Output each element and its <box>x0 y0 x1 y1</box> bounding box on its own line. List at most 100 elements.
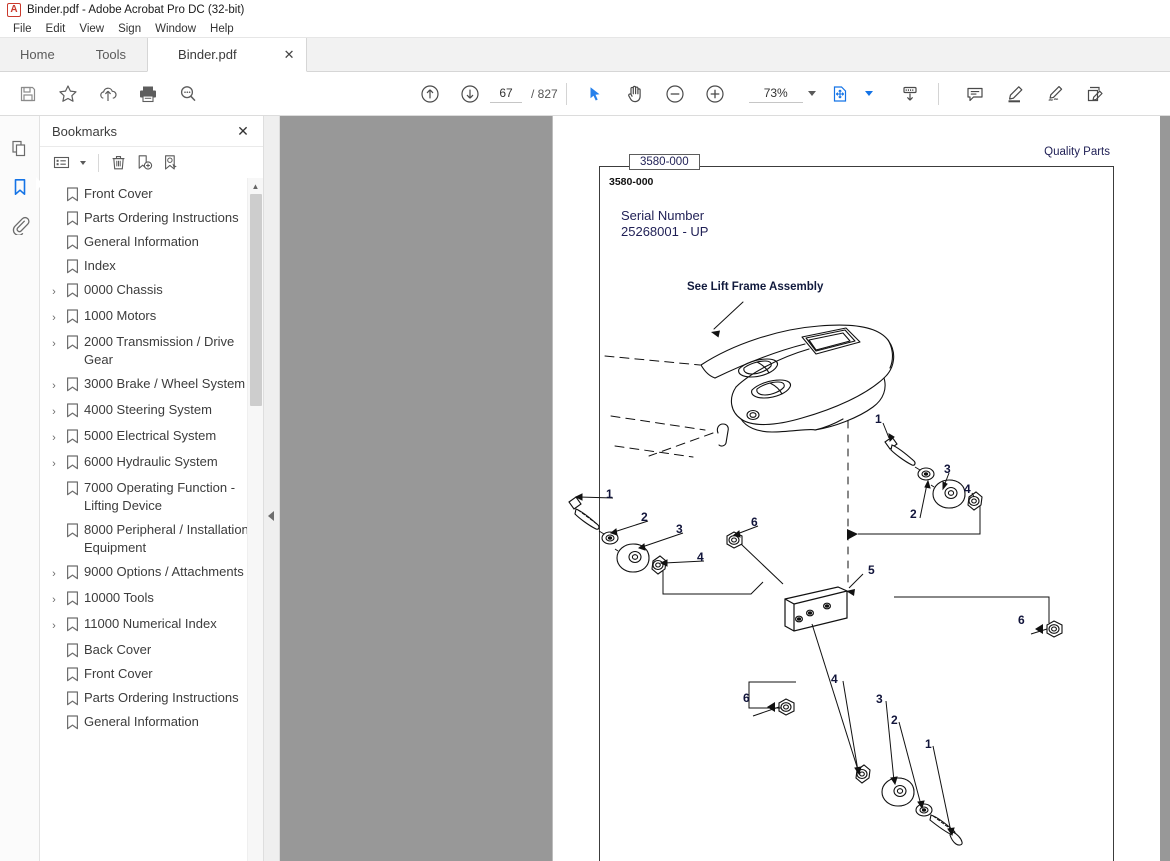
upload-cloud-icon[interactable] <box>88 76 128 112</box>
bookmark-item[interactable]: Index <box>40 254 263 278</box>
bookmark-item[interactable]: › 11000 Numerical Index <box>40 612 263 638</box>
bookmark-icon <box>62 401 82 418</box>
scroll-up-icon[interactable]: ▲ <box>248 178 263 194</box>
previous-page-icon[interactable] <box>410 76 450 112</box>
chevron-right-icon[interactable]: › <box>46 589 62 609</box>
bookmarks-list[interactable]: Front Cover Parts Ordering Instructions Ge… <box>40 178 263 861</box>
bookmark-icon <box>62 333 82 350</box>
bookmark-item[interactable]: › 3000 Brake / Wheel System <box>40 372 263 398</box>
bookmark-spacer <box>46 713 62 715</box>
bookmarks-panel: Bookmarks ✕ Front Cover Parts Ordering In… <box>40 116 264 861</box>
attachments-icon[interactable] <box>4 206 36 244</box>
page-total-label: / 827 <box>531 86 558 101</box>
options-chevron-down-icon[interactable] <box>74 153 92 173</box>
menu-window[interactable]: Window <box>148 22 203 36</box>
callout-number: 3 <box>876 692 883 706</box>
bookmark-label: 11000 Numerical Index <box>84 616 217 631</box>
main-toolbar: 67 / 827 73% <box>0 72 1170 116</box>
bookmark-item[interactable]: General Information <box>40 230 263 254</box>
bookmark-item[interactable]: Front Cover <box>40 662 263 686</box>
tab-tools[interactable]: Tools <box>76 38 147 71</box>
chevron-right-icon[interactable]: › <box>46 453 62 473</box>
page-number-input[interactable]: 67 <box>490 84 522 103</box>
collapse-panel-icon[interactable] <box>268 511 274 521</box>
save-icon[interactable] <box>8 76 48 112</box>
document-viewport[interactable]: 3580-000 Quality Parts 3580-000 Serial N… <box>280 116 1170 861</box>
chevron-right-icon[interactable]: › <box>46 281 62 301</box>
bookmark-item[interactable]: › 0000 Chassis <box>40 278 263 304</box>
close-icon[interactable]: ✕ <box>280 46 298 64</box>
bookmark-icon <box>62 233 82 250</box>
bookmark-item[interactable]: › 6000 Hydraulic System <box>40 450 263 476</box>
bookmark-item[interactable]: Parts Ordering Instructions <box>40 206 263 230</box>
bookmark-label: 9000 Options / Attachments <box>84 564 244 579</box>
menu-help[interactable]: Help <box>203 22 241 36</box>
hand-tool-icon[interactable] <box>615 76 655 112</box>
page-thumbnails-icon[interactable] <box>4 130 36 168</box>
zoom-out-icon[interactable] <box>655 76 695 112</box>
chevron-right-icon[interactable]: › <box>46 401 62 421</box>
bookmark-label: 10000 Tools <box>84 590 154 605</box>
draw-freeform-icon[interactable] <box>1035 76 1075 112</box>
bookmark-icon <box>62 453 82 470</box>
bookmark-item[interactable]: › 10000 Tools <box>40 586 263 612</box>
bookmark-spacer <box>46 479 62 481</box>
zoom-in-icon[interactable] <box>695 76 735 112</box>
bookmark-item[interactable]: 7000 Operating Function - Lifting Device <box>40 476 263 518</box>
fit-page-chevron-down-icon[interactable] <box>860 84 878 104</box>
bookmark-icon <box>62 615 82 632</box>
bookmark-label: 8000 Peripheral / Installation Equipment <box>84 522 249 555</box>
panel-splitter[interactable] <box>264 116 280 861</box>
chevron-right-icon[interactable]: › <box>46 333 62 353</box>
bookmark-item[interactable]: Front Cover <box>40 182 263 206</box>
options-list-icon[interactable] <box>48 151 74 175</box>
highlight-bookmark-icon[interactable] <box>157 151 183 175</box>
chevron-down-icon[interactable] <box>803 84 821 104</box>
pdf-page[interactable]: 3580-000 Quality Parts 3580-000 Serial N… <box>553 116 1160 861</box>
bookmark-label: Front Cover <box>84 666 153 681</box>
window-title: Binder.pdf - Adobe Acrobat Pro DC (32-bi… <box>27 4 245 16</box>
chevron-right-icon[interactable]: › <box>46 375 62 395</box>
menu-sign[interactable]: Sign <box>111 22 148 36</box>
callout-number: 4 <box>964 482 971 496</box>
star-icon[interactable] <box>48 76 88 112</box>
bookmark-item[interactable]: › 2000 Transmission / Drive Gear <box>40 330 263 372</box>
menu-view[interactable]: View <box>72 22 111 36</box>
callout-number: 2 <box>641 510 648 524</box>
callout-number: 1 <box>925 737 932 751</box>
bookmarks-title: Bookmarks <box>52 123 118 139</box>
chevron-right-icon[interactable]: › <box>46 615 62 635</box>
chevron-right-icon[interactable]: › <box>46 563 62 583</box>
bookmark-item[interactable]: General Information <box>40 710 263 734</box>
menu-edit[interactable]: Edit <box>39 22 73 36</box>
bookmarks-icon[interactable] <box>4 168 43 206</box>
highlight-icon[interactable] <box>995 76 1035 112</box>
bookmark-item[interactable]: › 4000 Steering System <box>40 398 263 424</box>
next-page-icon[interactable] <box>450 76 490 112</box>
tab-home[interactable]: Home <box>0 38 76 71</box>
new-bookmark-icon[interactable] <box>131 151 157 175</box>
bookmark-item[interactable]: › 5000 Electrical System <box>40 424 263 450</box>
bookmark-item[interactable]: › 9000 Options / Attachments <box>40 560 263 586</box>
chevron-right-icon[interactable]: › <box>46 427 62 447</box>
bookmark-item[interactable]: › 1000 Motors <box>40 304 263 330</box>
delete-bookmark-icon[interactable] <box>105 151 131 175</box>
fill-and-sign-icon[interactable] <box>1075 76 1115 112</box>
bookmarks-scrollbar[interactable]: ▲ <box>247 178 263 861</box>
zoom-level-value[interactable]: 73% <box>748 84 803 103</box>
print-icon[interactable] <box>128 76 168 112</box>
chevron-right-icon[interactable]: › <box>46 307 62 327</box>
tab-document-binder-pdf[interactable]: Binder.pdf ✕ <box>147 38 308 72</box>
bookmark-item[interactable]: Parts Ordering Instructions <box>40 686 263 710</box>
comment-icon[interactable] <box>955 76 995 112</box>
search-icon[interactable] <box>168 76 208 112</box>
close-icon[interactable]: ✕ <box>233 121 253 141</box>
scrolling-mode-icon[interactable] <box>890 76 930 112</box>
scrollbar-thumb[interactable] <box>250 194 262 406</box>
fit-page-icon[interactable] <box>820 76 860 112</box>
bookmark-item[interactable]: 8000 Peripheral / Installation Equipment <box>40 518 263 560</box>
select-tool-icon[interactable] <box>575 76 615 112</box>
menu-file[interactable]: File <box>6 22 39 36</box>
navigation-pane-rail <box>0 116 43 861</box>
bookmark-item[interactable]: Back Cover <box>40 638 263 662</box>
